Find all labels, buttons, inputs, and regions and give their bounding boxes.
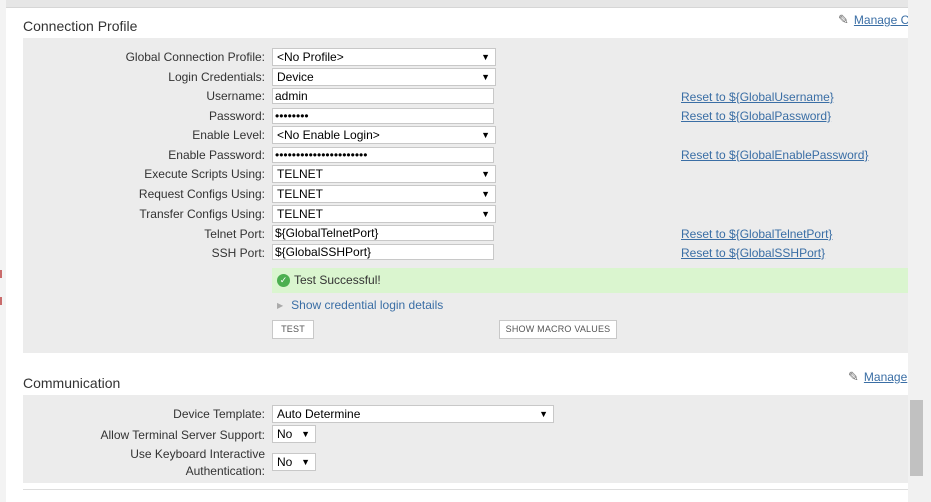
left-edge-mark: [0, 270, 2, 278]
password-label: Password:: [208, 109, 265, 123]
left-edge: [0, 0, 6, 502]
enable-level-select[interactable]: <No Enable Login> ▼: [272, 126, 496, 144]
terminal-server-label: Allow Terminal Server Support:: [100, 428, 265, 442]
global-profile-label: Global Connection Profile:: [125, 50, 265, 64]
chevron-down-icon: ▼: [481, 52, 490, 62]
login-credentials-value: Device: [277, 70, 314, 84]
keyboard-auth-value: No: [277, 455, 293, 469]
manage-connection-link[interactable]: ✎ Manage Co: [838, 12, 908, 28]
chevron-down-icon: ▼: [539, 409, 548, 419]
keyboard-auth-select[interactable]: No ▼: [272, 453, 316, 471]
request-configs-select[interactable]: TELNET ▼: [272, 185, 496, 203]
chevron-down-icon: ▼: [301, 457, 310, 467]
keyboard-auth-label-line2: Authentication:: [185, 464, 265, 478]
expand-triangle-icon: ▶: [277, 301, 284, 310]
enable-password-input[interactable]: ••••••••••••••••••••••: [272, 147, 494, 163]
reset-password-link[interactable]: Reset to ${GlobalPassword}: [681, 108, 831, 124]
manage-connection-label: Manage Co: [853, 13, 908, 27]
username-input[interactable]: admin: [272, 88, 494, 104]
test-status-text: Test Successful!: [294, 273, 381, 287]
terminal-server-value: No: [277, 427, 293, 441]
connection-profile-title: Connection Profile: [23, 18, 138, 34]
transfer-configs-value: TELNET: [277, 207, 324, 221]
enable-password-label: Enable Password:: [168, 148, 265, 162]
execute-scripts-label: Execute Scripts Using:: [144, 167, 265, 181]
global-profile-value: <No Profile>: [277, 50, 344, 64]
divider: [23, 489, 908, 490]
password-input[interactable]: ••••••••: [272, 108, 494, 124]
login-credentials-label: Login Credentials:: [168, 70, 265, 84]
page-scrollbar[interactable]: [908, 0, 931, 502]
telnet-port-input[interactable]: ${GlobalTelnetPort}: [272, 225, 494, 241]
reset-username-link[interactable]: Reset to ${GlobalUsername}: [681, 89, 834, 105]
terminal-server-select[interactable]: No ▼: [272, 425, 316, 443]
enable-level-value: <No Enable Login>: [277, 128, 380, 142]
left-edge-mark: [0, 297, 2, 305]
show-macro-values-button[interactable]: SHOW MACRO VALUES: [499, 320, 617, 339]
device-template-label: Device Template:: [173, 407, 265, 421]
login-credentials-select[interactable]: Device ▼: [272, 68, 496, 86]
username-label: Username:: [206, 89, 265, 103]
manage-communication-label: Manage: [863, 370, 908, 384]
check-circle-icon: ✓: [277, 274, 290, 287]
communication-title: Communication: [23, 375, 121, 391]
test-status-banner: ✓ Test Successful!: [272, 268, 908, 293]
transfer-configs-select[interactable]: TELNET ▼: [272, 205, 496, 223]
telnet-port-label: Telnet Port:: [204, 227, 265, 241]
manage-communication-link[interactable]: ✎ Manage: [848, 369, 908, 385]
ssh-port-label: SSH Port:: [211, 246, 265, 260]
ssh-port-input[interactable]: ${GlobalSSHPort}: [272, 244, 494, 260]
pencil-icon: ✎: [838, 12, 849, 27]
transfer-configs-label: Transfer Configs Using:: [139, 207, 265, 221]
scrollbar-thumb[interactable]: [910, 400, 923, 476]
test-button[interactable]: TEST: [272, 320, 314, 339]
device-template-value: Auto Determine: [277, 407, 361, 421]
reset-telnet-port-link[interactable]: Reset to ${GlobalTelnetPort}: [681, 226, 832, 242]
chevron-down-icon: ▼: [481, 189, 490, 199]
global-profile-select[interactable]: <No Profile> ▼: [272, 48, 496, 66]
execute-scripts-select[interactable]: TELNET ▼: [272, 165, 496, 183]
top-strip: [0, 0, 908, 8]
reset-enable-password-link[interactable]: Reset to ${GlobalEnablePassword}: [681, 147, 868, 163]
show-credential-details-label: Show credential login details: [291, 298, 444, 312]
device-template-select[interactable]: Auto Determine ▼: [272, 405, 554, 423]
reset-ssh-port-link[interactable]: Reset to ${GlobalSSHPort}: [681, 245, 825, 261]
execute-scripts-value: TELNET: [277, 167, 324, 181]
pencil-icon: ✎: [848, 369, 859, 384]
request-configs-label: Request Configs Using:: [138, 187, 265, 201]
enable-level-label: Enable Level:: [192, 128, 265, 142]
chevron-down-icon: ▼: [481, 72, 490, 82]
chevron-down-icon: ▼: [301, 429, 310, 439]
chevron-down-icon: ▼: [481, 169, 490, 179]
chevron-down-icon: ▼: [481, 209, 490, 219]
show-credential-details-toggle[interactable]: ▶ Show credential login details: [277, 297, 443, 314]
request-configs-value: TELNET: [277, 187, 324, 201]
chevron-down-icon: ▼: [481, 130, 490, 140]
keyboard-auth-label-line1: Use Keyboard Interactive: [130, 447, 265, 461]
